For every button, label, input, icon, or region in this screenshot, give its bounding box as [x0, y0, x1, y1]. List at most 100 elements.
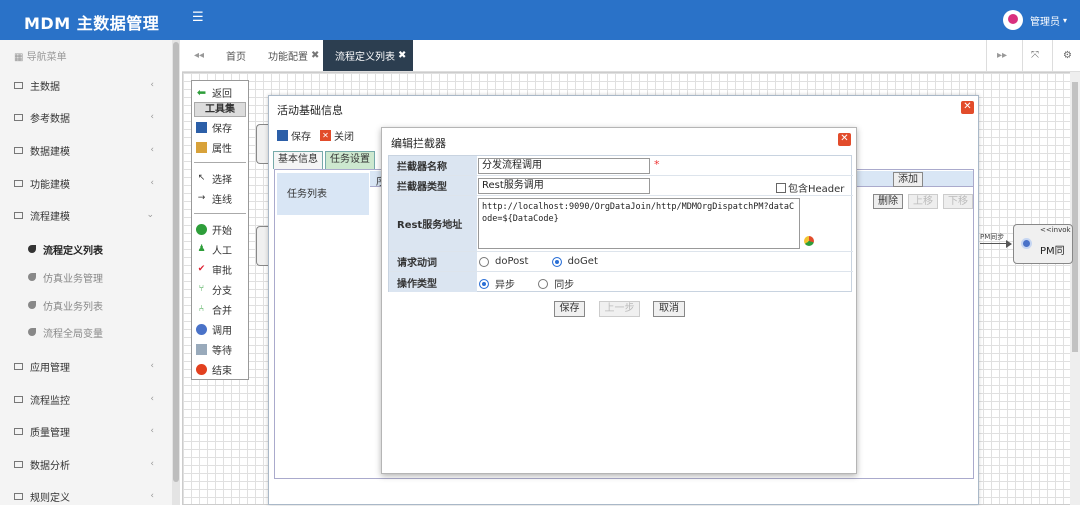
sidebar-subitem-process-list[interactable]: 流程定义列表 [0, 239, 172, 259]
fullscreen-icon[interactable]: ⤧ [1022, 40, 1039, 71]
radio-dopost[interactable]: doPost [479, 256, 528, 267]
panel-close-button[interactable]: ✕ 关闭 [311, 128, 354, 143]
delete-button[interactable]: 删除 [873, 194, 903, 209]
dialog-cancel-button[interactable]: 取消 [653, 301, 685, 317]
tab-function-config[interactable]: 功能配置 ✖ [268, 40, 319, 71]
sidebar-scroll-thumb[interactable] [173, 42, 179, 482]
sidebar-item-process-modeling[interactable]: 流程建模 ⌄ [0, 205, 172, 225]
canvas-scroll-thumb[interactable] [1072, 82, 1078, 352]
leaf-icon [28, 328, 36, 336]
tab-task-settings[interactable]: 任务设置 [325, 151, 375, 169]
toolbox-back[interactable]: ⬅ 返回 [196, 84, 232, 100]
divider [194, 162, 246, 163]
sidebar-item-data-analysis[interactable]: 数据分析 ‹ [0, 454, 172, 474]
include-header-checkbox[interactable]: 包含Header [776, 180, 844, 195]
dialog-save-button[interactable]: 保存 [554, 301, 585, 317]
toolbox-approve[interactable]: ✔ 审批 [196, 261, 232, 277]
user-menu[interactable]: 管理员 ▾ [1003, 10, 1067, 30]
sidebar-subitem-simulation-list[interactable]: 仿真业务列表 [0, 295, 172, 315]
interceptor-type-input[interactable]: Rest服务调用 [478, 178, 650, 194]
sidebar-subitem-global-vars[interactable]: 流程全局变量 [0, 322, 172, 342]
node-name: PM同 [1040, 246, 1065, 257]
task-list-label: 任务列表 [277, 173, 369, 215]
chevron-left-icon: ‹ [150, 491, 154, 501]
tab-process-list[interactable]: 流程定义列表 ✖ [323, 40, 414, 71]
panel-toolbar: 保存 ✕ 关闭 [277, 128, 354, 143]
toolbox-connect[interactable]: → 连线 [196, 190, 232, 206]
toolbox-merge[interactable]: ⑃ 合并 [196, 301, 232, 317]
menu-toggle-icon[interactable]: ☰ [192, 11, 204, 25]
name-label: 拦截器名称 [389, 156, 477, 175]
sidebar-item-quality-manage[interactable]: 质量管理 ‹ [0, 421, 172, 441]
tab-scroll-left-icon[interactable]: ◂◂ [194, 40, 204, 71]
interceptor-name-input[interactable]: 分发流程调用 [478, 158, 650, 174]
panel-close-icon[interactable]: ✕ [961, 101, 974, 114]
tab-label: 基本信息 [278, 154, 318, 165]
radio-doget[interactable]: doGet [551, 256, 598, 267]
sidebar-item-label: 应用管理 [30, 362, 70, 374]
move-down-button[interactable]: 下移 [943, 194, 973, 209]
close-icon[interactable]: ✖ [311, 50, 319, 61]
toolbox-save[interactable]: 保存 [196, 119, 232, 135]
toolbox-manual[interactable]: ♟ 人工 [196, 241, 232, 257]
save-icon [196, 121, 207, 133]
form-row-name: 拦截器名称 分发流程调用 * [389, 156, 853, 176]
toolbox-end[interactable]: 结束 [196, 361, 232, 377]
sidebar-item-label: 数据建模 [30, 146, 70, 158]
canvas-scrollbar[interactable] [1070, 72, 1080, 505]
toolbox-select[interactable]: ↖ 选择 [196, 170, 232, 186]
close-icon[interactable]: ✖ [398, 50, 406, 61]
wait-icon [196, 343, 207, 355]
radio-async[interactable]: 异步 [479, 276, 515, 291]
chevron-left-icon: ‹ [150, 361, 154, 371]
toolbox-wait[interactable]: 等待 [196, 341, 232, 357]
sidebar-subitem-label: 仿真业务列表 [43, 301, 103, 313]
sidebar-subitem-simulation-manage[interactable]: 仿真业务管理 [0, 267, 172, 287]
panel-save-button[interactable]: 保存 [277, 128, 311, 143]
toolbox: ⬅ 返回 工具集 保存 属性 ↖ 选择 → 连线 开始 ♟ 人工 ✔ 审批 ⑂ 分支 ⑃ 合并… [191, 80, 249, 380]
divider [194, 213, 246, 214]
sidebar-item-process-monitor[interactable]: 流程监控 ‹ [0, 389, 172, 409]
rest-url-value: http://localhost:9090/OrgDataJoin/http/M… [482, 202, 795, 224]
sidebar-item-function-modeling[interactable]: 功能建模 ‹ [0, 173, 172, 193]
flow-node-invoke[interactable]: <<invok PM同 [1013, 224, 1073, 264]
flow-node-partial[interactable] [256, 124, 268, 164]
panel-title: 活动基础信息 [277, 104, 343, 117]
merge-icon: ⑃ [198, 303, 205, 314]
settings-icon[interactable]: ⚙ [1052, 40, 1072, 71]
toolbox-properties[interactable]: 属性 [196, 139, 232, 155]
sidebar-item-master-data[interactable]: 主数据 ‹ [0, 75, 172, 95]
toolbox-invoke[interactable]: 调用 [196, 321, 232, 337]
toolbox-start[interactable]: 开始 [196, 221, 232, 237]
connect-arrow-icon: → [197, 192, 206, 203]
flow-node-partial[interactable] [256, 226, 268, 266]
folder-icon [14, 211, 23, 219]
move-up-button[interactable]: 上移 [908, 194, 938, 209]
tab-scroll-right-icon[interactable]: ▸▸ [986, 40, 1007, 71]
dialog-close-icon[interactable]: ✕ [838, 133, 851, 146]
app-title: MDM 主数据管理 [24, 14, 160, 33]
sidebar-subitem-label: 流程定义列表 [43, 245, 103, 257]
tab-home[interactable]: 首页 [226, 40, 246, 71]
dialog-prev-button[interactable]: 上一步 [599, 301, 640, 317]
edge-label: PM同步 [980, 233, 1005, 241]
include-header-label: 包含Header [788, 184, 845, 195]
rest-url-textarea[interactable]: http://localhost:9090/OrgDataJoin/http/M… [478, 198, 800, 249]
form-row-url: Rest服务地址 http://localhost:9090/OrgDataJo… [389, 196, 853, 252]
sidebar-item-data-modeling[interactable]: 数据建模 ‹ [0, 140, 172, 160]
sidebar-item-reference-data[interactable]: 参考数据 ‹ [0, 107, 172, 127]
sidebar-item-app-manage[interactable]: 应用管理 ‹ [0, 356, 172, 376]
folder-icon [14, 427, 23, 435]
chart-picker-icon[interactable] [804, 236, 814, 246]
add-button[interactable]: 添加 [893, 172, 923, 187]
tab-basic-info[interactable]: 基本信息 [273, 151, 323, 169]
chevron-left-icon: ‹ [150, 178, 154, 188]
folder-icon [14, 460, 23, 468]
sidebar-item-rule-definition[interactable]: 规则定义 ‹ [0, 486, 172, 506]
toolbox-branch[interactable]: ⑂ 分支 [196, 281, 232, 297]
sidebar-item-label: 功能建模 [30, 179, 70, 191]
sidebar-item-label: 数据分析 [30, 460, 70, 472]
radio-sync[interactable]: 同步 [538, 276, 574, 291]
sidebar-scrollbar[interactable] [172, 40, 180, 505]
invoke-icon [196, 323, 207, 335]
